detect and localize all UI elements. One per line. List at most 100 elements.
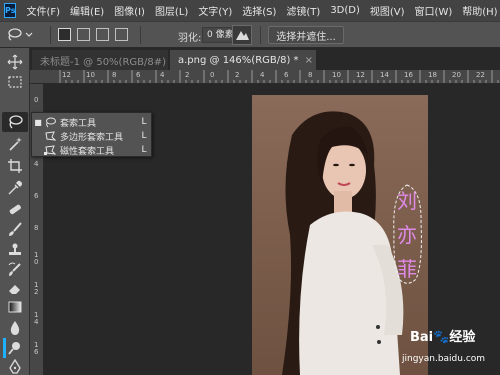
new-selection-icon[interactable] [58,28,71,41]
menu-view[interactable]: 视图(V) [370,3,405,18]
ruler-label: 10 [86,71,95,79]
tools-panel [0,48,30,375]
ruler-label: 18 [428,71,437,79]
lasso-icon [9,115,23,129]
pen-icon [9,359,21,374]
menu-bar: Ps 文件(F) 编辑(E) 图像(I) 图层(L) 文字(Y) 选择(S) 滤… [0,0,500,21]
eyedropper-tool[interactable] [2,178,28,198]
ruler-label: 6 [34,192,39,200]
flyout-item-polygonal-lasso[interactable]: 多边形套索工具 L [32,129,151,143]
flyout-label: 套索工具 [60,118,97,129]
eyedropper-icon [8,180,23,195]
tab-label: 未标题-1 @ 50%(RGB/8#) [40,56,167,68]
ruler-label: 2 [185,71,190,79]
history-brush-tool[interactable] [2,260,28,280]
name-char: 亦 [397,223,417,247]
lasso-icon [8,28,22,41]
polygonal-lasso-icon [45,130,56,141]
flyout-item-magnetic-lasso[interactable]: 磁性套索工具 L [32,143,151,157]
marquee-icon [8,76,22,88]
ruler-label: 1 0 [34,251,39,266]
subtract-from-selection-icon[interactable] [96,28,109,41]
shortcut-key: L [141,131,147,141]
tool-preset-picker[interactable] [6,26,40,44]
flyout-label: 磁性套索工具 [60,146,115,157]
menu-help[interactable]: 帮助(H) [462,3,497,18]
eraser-tool[interactable] [2,278,28,298]
anti-alias-icon[interactable] [232,25,252,45]
watermark-url: jingyan.baidu.com [402,354,486,364]
bandage-icon [9,204,21,215]
menu-file[interactable]: 文件(F) [26,3,60,18]
shortcut-key: L [141,117,147,127]
ruler-label: 6 [136,71,141,79]
ruler-label: 14 [380,71,389,79]
lasso-tool-flyout: ■ 套索工具 L 多边形套索工具 L 磁性套索工具 L [31,112,152,157]
watermark-main: Bai🐾经验 [410,330,476,345]
move-tool[interactable] [2,52,28,72]
crop-tool[interactable] [2,156,28,176]
crop-icon [8,159,22,173]
ruler-label: 4 [260,71,265,79]
menu-window[interactable]: 窗口(W) [415,3,453,18]
ruler-label: 8 [34,224,39,232]
color-indicator [3,338,6,358]
menu-filter[interactable]: 滤镜(T) [286,3,320,18]
tab-label: a.png @ 146%(RGB/8) * [178,54,299,66]
menu-layer[interactable]: 图层(L) [155,3,188,18]
healing-brush-tool[interactable] [2,199,28,219]
ruler-label: 4 [34,160,39,168]
photoshop-logo: Ps [4,3,17,18]
stamp-icon [9,243,21,255]
ruler-label: 16 [404,71,413,79]
marquee-tool[interactable] [2,72,28,92]
pen-tool[interactable] [2,357,28,375]
name-char: 刘 [397,189,417,213]
shortcut-key: L [141,145,147,155]
tab-a-png[interactable]: a.png @ 146%(RGB/8) * × [170,50,316,70]
flyout-label: 多边形套索工具 [60,132,124,143]
lasso-tool[interactable] [2,112,28,132]
menu-3d[interactable]: 3D(D) [330,5,360,16]
dodge-icon [8,342,20,355]
selected-bullet: ■ [34,117,42,127]
select-and-mask-button[interactable]: 选择并遮住... [268,26,344,44]
magnetic-lasso-icon [44,144,56,155]
name-text-selection[interactable]: 刘 亦 菲 [390,183,424,287]
magic-wand-tool[interactable] [2,134,28,154]
ruler-label: 8 [308,71,313,79]
tab-untitled[interactable]: 未标题-1 @ 50%(RGB/8#) × [32,50,180,70]
menu-image[interactable]: 图像(I) [114,3,145,18]
ruler-label: 1 2 [34,281,39,296]
ruler-label: 1 4 [34,311,39,326]
add-to-selection-icon[interactable] [77,28,90,41]
menu-edit[interactable]: 编辑(E) [70,3,104,18]
ruler-label: 1 6 [34,341,39,356]
ruler-label: 12 [356,71,365,79]
ruler-label: 4 [160,71,165,79]
options-bar: 羽化: 0 像素 选择并遮住... [0,21,500,48]
gradient-icon [8,301,22,313]
clone-stamp-tool[interactable] [2,240,28,260]
flyout-item-lasso[interactable]: ■ 套索工具 L [32,115,151,129]
baidu-jingyan-watermark: Bai🐾经验 jingyan.baidu.com [380,320,498,372]
gradient-tool[interactable] [2,297,28,317]
history-brush-icon [8,262,21,276]
menu-type[interactable]: 文字(Y) [198,3,232,18]
lasso-icon [46,117,56,127]
ruler-label: 10 [332,71,341,79]
close-icon[interactable]: × [305,55,313,66]
magic-wand-icon [9,137,22,151]
feather-label: 羽化: [178,33,202,44]
document-tabs: 未标题-1 @ 50%(RGB/8#) × a.png @ 146%(RGB/8… [30,48,500,70]
brush-tool[interactable] [2,220,28,240]
eraser-icon [9,285,20,294]
ruler-label: 12 [62,71,71,79]
blur-tool[interactable] [2,318,28,338]
ruler-label: 2 [235,71,240,79]
intersect-selection-icon[interactable] [115,28,128,41]
menu-select[interactable]: 选择(S) [242,3,276,18]
separator [140,26,141,44]
separator [260,26,261,44]
ruler-label: 0 [34,96,39,104]
